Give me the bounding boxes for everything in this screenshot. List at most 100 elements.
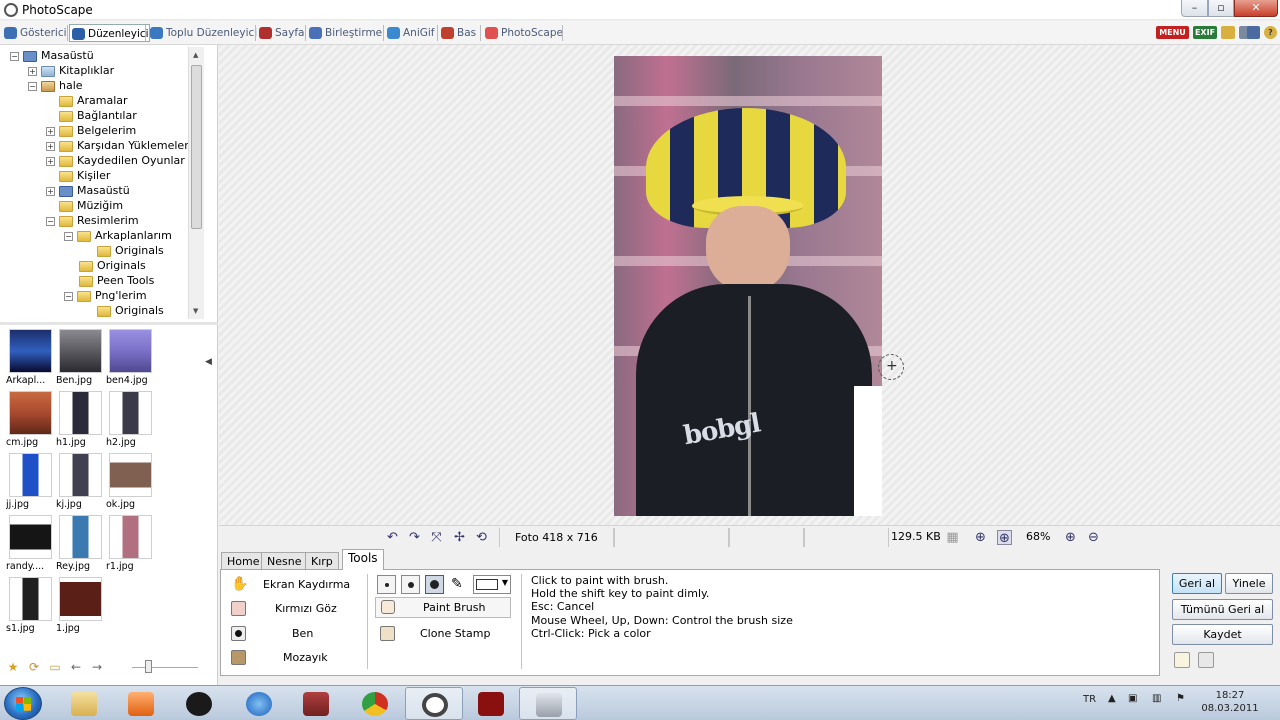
tree-item[interactable]: − Png'lerim: [64, 288, 147, 303]
open-folder-icon[interactable]: ▭: [48, 660, 62, 674]
mole-tool[interactable]: Ben: [231, 624, 361, 644]
tab-combine[interactable]: Birleştirme: [307, 24, 382, 42]
collapse-panel-icon[interactable]: ◀: [205, 357, 212, 367]
tree-item[interactable]: Müziğim: [59, 198, 123, 213]
zoom-fit-icon[interactable]: ⊕: [973, 530, 988, 545]
tree-item[interactable]: Originals: [97, 303, 164, 318]
network-icon[interactable]: ▣: [1128, 693, 1137, 704]
clone-stamp-tool[interactable]: Clone Stamp: [380, 624, 510, 644]
save-button[interactable]: Kaydet: [1172, 624, 1273, 645]
tab-photoscape[interactable]: PhotoScape: [483, 24, 563, 42]
fit-icon[interactable]: ⤧: [429, 530, 444, 545]
refresh-folder-icon[interactable]: ⟳: [27, 660, 41, 674]
checker-icon[interactable]: ▦: [945, 530, 960, 545]
tree-item[interactable]: Kişiler: [59, 168, 110, 183]
folder-icon[interactable]: [1221, 26, 1235, 39]
tree-item[interactable]: + Kaydedilen Oyunlar: [46, 153, 185, 168]
tab-tools[interactable]: Tools: [342, 549, 384, 570]
zoom-out-icon[interactable]: ⊖: [1086, 530, 1101, 545]
zoom-actual-icon[interactable]: ⊕: [997, 530, 1012, 546]
start-button[interactable]: [4, 687, 42, 720]
close-button[interactable]: ✕: [1234, 0, 1278, 17]
mosaic-tool[interactable]: Mozayık: [231, 648, 361, 668]
tab-editor[interactable]: Düzenleyici: [69, 24, 150, 42]
tab-anigif[interactable]: AniGif: [385, 24, 435, 42]
help-icon[interactable]: ?: [1264, 26, 1277, 39]
thumbnail[interactable]: h1.jpg: [56, 391, 106, 451]
taskbar-raw[interactable]: [462, 687, 520, 720]
taskbar-media-player[interactable]: [112, 687, 170, 720]
tab-home[interactable]: Home: [221, 552, 266, 570]
scrollbar-thumb[interactable]: [191, 65, 202, 229]
new-file-icon[interactable]: [1174, 652, 1190, 668]
tree-item[interactable]: Peen Tools: [79, 273, 154, 288]
image-canvas[interactable]: bobgl: [219, 45, 1280, 526]
taskbar-hp[interactable]: [170, 687, 228, 720]
paint-brush-tool[interactable]: Paint Brush: [375, 597, 511, 618]
brush-size-large[interactable]: [425, 575, 444, 594]
minimize-button[interactable]: –: [1181, 0, 1208, 17]
menu-button[interactable]: MENU: [1156, 26, 1189, 39]
taskbar-chrome[interactable]: [346, 687, 404, 720]
tab-print[interactable]: Bas: [439, 24, 476, 42]
tab-batch-editor[interactable]: Toplu Düzenleyici: [148, 24, 257, 42]
zoom-in-icon[interactable]: ⊕: [1063, 530, 1078, 545]
action-center-icon[interactable]: ⚑: [1176, 693, 1185, 704]
tree-item[interactable]: + Karşıdan Yüklemeler: [46, 138, 188, 153]
tree-item[interactable]: − Masaüstü: [10, 48, 94, 63]
tree-item[interactable]: Originals: [97, 243, 164, 258]
tree-item[interactable]: − Resimlerim: [46, 213, 139, 228]
thumbnail[interactable]: r1.jpg: [106, 515, 156, 575]
scroll-tool[interactable]: ✋ Ekran Kaydırma: [231, 575, 361, 595]
scroll-up-icon[interactable]: ▲: [193, 51, 198, 59]
window-icon[interactable]: [1247, 26, 1260, 39]
maximize-button[interactable]: ▫: [1208, 0, 1234, 17]
thumbnail-size-slider[interactable]: [132, 667, 198, 668]
tree-item[interactable]: + Belgelerim: [46, 123, 136, 138]
tree-item[interactable]: − Arkaplanlarım: [64, 228, 172, 243]
refresh-icon[interactable]: ⟲: [474, 530, 489, 545]
thumbnail[interactable]: randy....: [6, 515, 56, 575]
exif-button[interactable]: EXIF: [1193, 26, 1217, 39]
thumbnail[interactable]: jj.jpg: [6, 453, 56, 513]
tree-item[interactable]: − hale: [28, 78, 83, 93]
thumbnail[interactable]: s1.jpg: [6, 577, 56, 637]
edited-photo[interactable]: bobgl: [614, 56, 882, 516]
tab-page[interactable]: Sayfa: [257, 24, 304, 42]
taskbar-clock[interactable]: 18:27 08.03.2011: [1200, 689, 1260, 715]
thumbnail[interactable]: kj.jpg: [56, 453, 106, 513]
tree-item[interactable]: + Masaüstü: [46, 183, 130, 198]
tree-item[interactable]: Bağlantılar: [59, 108, 137, 123]
rotate-right-icon[interactable]: ↷: [407, 530, 422, 545]
taskbar-explorer[interactable]: [55, 687, 113, 720]
back-icon[interactable]: ←: [69, 660, 83, 674]
thumbnail[interactable]: h2.jpg: [106, 391, 156, 451]
tree-item[interactable]: Aramalar: [59, 93, 128, 108]
tree-item[interactable]: + Kitaplıklar: [28, 63, 114, 78]
brush-size-small[interactable]: [377, 575, 396, 594]
taskbar-internet-explorer[interactable]: [230, 687, 288, 720]
taskbar-photoscape[interactable]: [405, 687, 463, 720]
brush-color-picker[interactable]: ▼: [473, 575, 511, 594]
panel-splitter[interactable]: [0, 322, 218, 325]
thumbnail[interactable]: cm.jpg: [6, 391, 56, 451]
language-indicator[interactable]: TR: [1083, 694, 1096, 705]
redo-button[interactable]: Yinele: [1225, 573, 1273, 594]
slider-knob[interactable]: [145, 660, 152, 673]
tree-item[interactable]: Originals: [79, 258, 146, 273]
tree-scrollbar[interactable]: ▲ ▼: [188, 47, 204, 319]
print-icon[interactable]: [1198, 652, 1214, 668]
taskbar-winrar[interactable]: [287, 687, 345, 720]
thumbnail[interactable]: 1.jpg: [56, 577, 106, 637]
red-eye-tool[interactable]: Kırmızı Göz: [231, 599, 361, 619]
power-icon[interactable]: ▥: [1152, 693, 1161, 704]
brush-size-medium[interactable]: [401, 575, 420, 594]
scroll-down-icon[interactable]: ▼: [193, 307, 198, 315]
thumbnail[interactable]: Rey.jpg: [56, 515, 106, 575]
tab-object[interactable]: Nesne: [261, 552, 308, 570]
forward-icon[interactable]: →: [90, 660, 104, 674]
rotate-left-icon[interactable]: ↶: [385, 530, 400, 545]
thumbnail[interactable]: Ben.jpg: [56, 329, 106, 389]
undo-all-button[interactable]: Tümünü Geri al: [1172, 599, 1273, 620]
undo-button[interactable]: Geri al: [1172, 573, 1222, 594]
